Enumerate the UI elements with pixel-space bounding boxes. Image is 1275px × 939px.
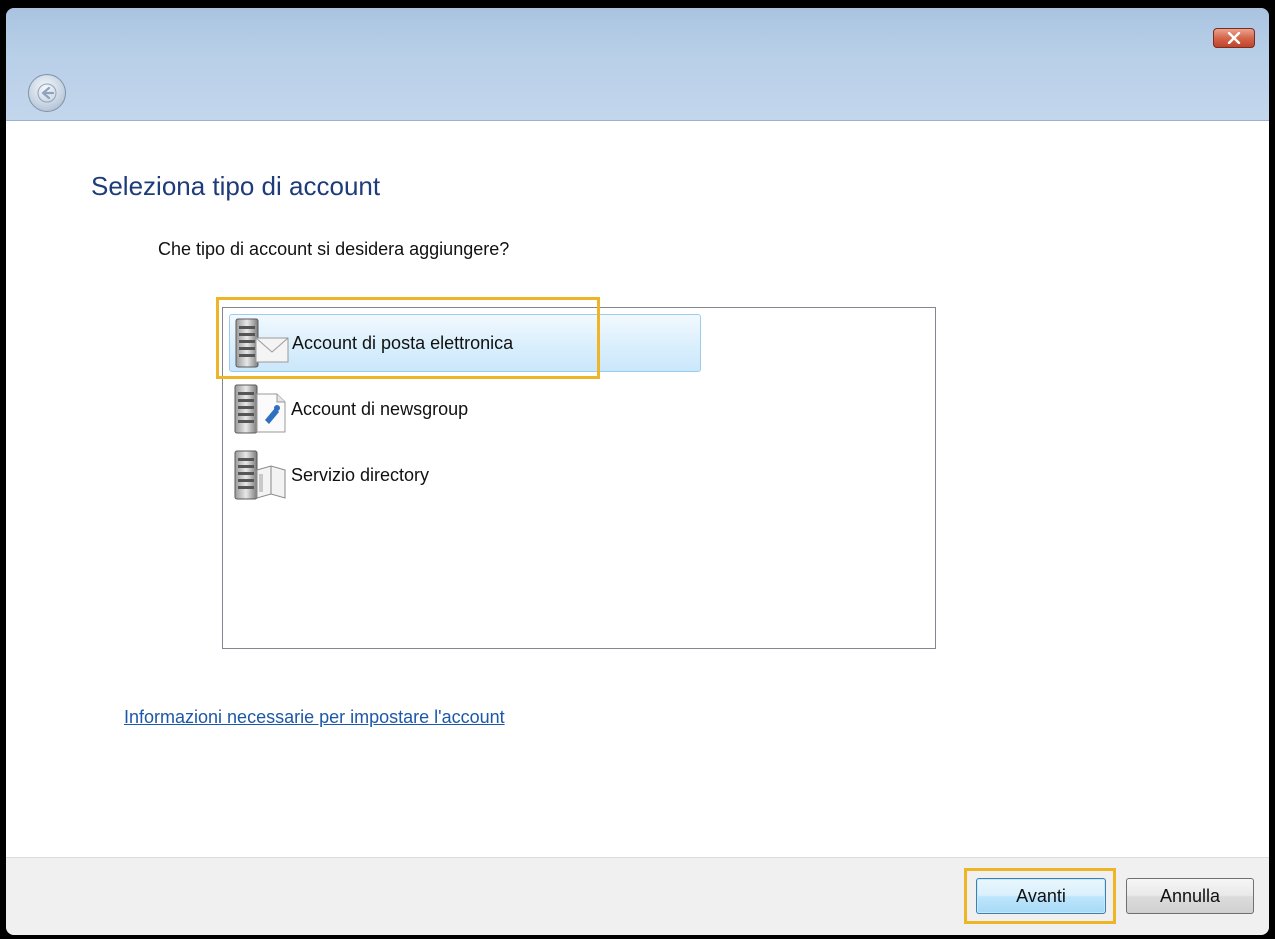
back-arrow-icon (37, 83, 57, 103)
title-bar (6, 8, 1269, 121)
directory-server-icon (229, 446, 291, 504)
newsgroup-server-icon (229, 380, 291, 438)
cancel-button[interactable]: Annulla (1126, 878, 1254, 914)
back-button[interactable] (28, 74, 66, 112)
close-button[interactable] (1213, 28, 1255, 48)
list-item-directory-service[interactable]: Servizio directory (229, 446, 699, 504)
add-account-dialog: Seleziona tipo di account Che tipo di ac… (6, 8, 1269, 935)
mail-server-icon (230, 314, 292, 372)
list-item-newsgroup-account[interactable]: Account di newsgroup (229, 380, 699, 438)
next-button[interactable]: Avanti (976, 878, 1106, 914)
list-item-email-account[interactable]: Account di posta elettronica (229, 314, 701, 372)
list-item-label: Servizio directory (291, 464, 430, 485)
dialog-content: Seleziona tipo di account Che tipo di ac… (6, 121, 1269, 857)
account-info-link[interactable]: Informazioni necessarie per impostare l'… (124, 707, 505, 728)
list-item-label: Account di newsgroup (291, 398, 469, 419)
page-title: Seleziona tipo di account (91, 171, 381, 201)
dialog-footer: Avanti Annulla (6, 857, 1269, 935)
close-icon (1227, 32, 1241, 44)
account-type-question: Che tipo di account si desidera aggiunge… (158, 239, 510, 259)
account-type-list[interactable]: Account di posta elettronica Account di … (222, 307, 936, 649)
list-item-label: Account di posta elettronica (292, 332, 514, 353)
